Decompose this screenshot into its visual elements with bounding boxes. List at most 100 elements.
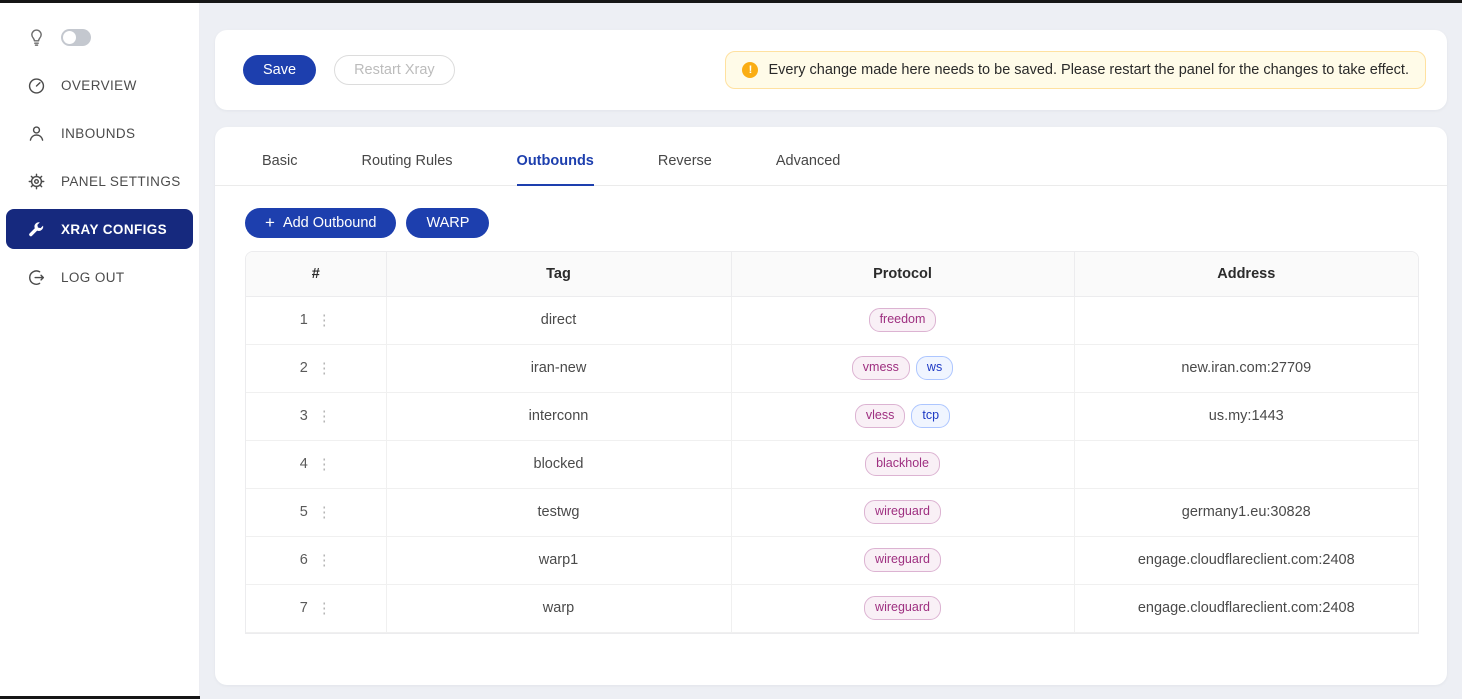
theme-toggle-row xyxy=(6,17,193,57)
sidebar-item-label: PANEL SETTINGS xyxy=(61,174,181,189)
row-number: 7 xyxy=(300,600,308,616)
row-protocol-cell: wireguard xyxy=(731,488,1074,536)
sidebar-item-label: LOG OUT xyxy=(61,270,125,285)
row-tag-cell: iran-new xyxy=(386,344,731,392)
row-menu-handle-icon[interactable]: ⋮ xyxy=(317,505,332,520)
logout-icon xyxy=(26,267,46,287)
sidebar-item-label: OVERVIEW xyxy=(61,78,137,93)
row-protocol-cell: vlesstcp xyxy=(731,392,1074,440)
protocol-badge-freedom: freedom xyxy=(869,308,937,332)
row-menu-handle-icon[interactable]: ⋮ xyxy=(317,409,332,424)
tab-routing-rules[interactable]: Routing Rules xyxy=(361,153,452,186)
row-menu-handle-icon[interactable]: ⋮ xyxy=(317,457,332,472)
row-protocol-cell: vmessws xyxy=(731,344,1074,392)
row-number: 5 xyxy=(300,504,308,520)
sidebar-nav: OVERVIEW INBOUNDS PANEL SETTINGS XRAY CO… xyxy=(0,65,199,297)
row-menu-handle-icon[interactable]: ⋮ xyxy=(317,361,332,376)
window-top-edge xyxy=(0,0,1462,3)
row-address-cell: engage.cloudflareclient.com:2408 xyxy=(1074,536,1418,584)
row-protocol-cell: blackhole xyxy=(731,440,1074,488)
table-row: 4 ⋮ blocked blackhole xyxy=(246,440,1418,488)
row-address-cell: us.my:1443 xyxy=(1074,392,1418,440)
row-number-cell: 4 ⋮ xyxy=(246,440,386,488)
add-outbound-button[interactable]: + Add Outbound xyxy=(245,208,396,238)
table-actions: + Add Outbound WARP xyxy=(245,208,1447,238)
tab-bar: Basic Routing Rules Outbounds Reverse Ad… xyxy=(215,127,1447,186)
table-row: 5 ⋮ testwg wireguard germany1.eu:30828 xyxy=(246,488,1418,536)
row-tag-cell: testwg xyxy=(386,488,731,536)
dashboard-icon xyxy=(26,75,46,95)
table-row: 7 ⋮ warp wireguard engage.cloudflareclie… xyxy=(246,584,1418,632)
row-menu-handle-icon[interactable]: ⋮ xyxy=(317,601,332,616)
row-tag-cell: interconn xyxy=(386,392,731,440)
row-number-cell: 7 ⋮ xyxy=(246,584,386,632)
tab-outbounds[interactable]: Outbounds xyxy=(517,153,594,186)
sidebar-item-overview[interactable]: OVERVIEW xyxy=(6,65,193,105)
row-number-cell: 1 ⋮ xyxy=(246,296,386,344)
sidebar: OVERVIEW INBOUNDS PANEL SETTINGS XRAY CO… xyxy=(0,3,200,699)
row-address-cell: engage.cloudflareclient.com:2408 xyxy=(1074,584,1418,632)
table-header-row: #TagProtocolAddress xyxy=(246,252,1418,296)
table-row: 2 ⋮ iran-new vmessws new.iran.com:27709 xyxy=(246,344,1418,392)
sidebar-item-panel-settings[interactable]: PANEL SETTINGS xyxy=(6,161,193,201)
protocol-badge-vless: vless xyxy=(855,404,905,428)
row-menu-handle-icon[interactable]: ⋮ xyxy=(317,313,332,328)
save-button[interactable]: Save xyxy=(243,55,316,85)
sidebar-item-label: INBOUNDS xyxy=(61,126,135,141)
row-address-cell xyxy=(1074,440,1418,488)
exclamation-circle-icon: ! xyxy=(742,62,758,78)
protocol-badge-wireguard: wireguard xyxy=(864,548,941,572)
row-number-cell: 3 ⋮ xyxy=(246,392,386,440)
row-address-cell xyxy=(1074,296,1418,344)
row-address-cell: new.iran.com:27709 xyxy=(1074,344,1418,392)
restart-xray-button[interactable]: Restart Xray xyxy=(334,55,455,85)
sidebar-item-inbounds[interactable]: INBOUNDS xyxy=(6,113,193,153)
row-number: 6 xyxy=(300,552,308,568)
table-row: 6 ⋮ warp1 wireguard engage.cloudflarecli… xyxy=(246,536,1418,584)
row-tag-cell: direct xyxy=(386,296,731,344)
row-number: 3 xyxy=(300,408,308,424)
sidebar-item-xray-configs[interactable]: XRAY CONFIGS xyxy=(6,209,193,249)
column-header-tag: Tag xyxy=(386,252,731,296)
protocol-badge-wireguard: wireguard xyxy=(864,596,941,620)
add-outbound-label: Add Outbound xyxy=(283,215,377,231)
dark-mode-toggle[interactable] xyxy=(61,29,91,46)
sidebar-item-label: XRAY CONFIGS xyxy=(61,222,167,237)
warp-button[interactable]: WARP xyxy=(406,208,489,238)
user-icon xyxy=(26,123,46,143)
column-header-address: Address xyxy=(1074,252,1418,296)
protocol-badge-tcp: tcp xyxy=(911,404,950,428)
toolbar-card: Save Restart Xray ! Every change made he… xyxy=(215,30,1447,110)
plus-icon: + xyxy=(265,214,275,231)
row-number-cell: 2 ⋮ xyxy=(246,344,386,392)
table-body: 1 ⋮ direct freedom 2 ⋮ iran-new vmessws … xyxy=(246,296,1418,632)
sidebar-item-log-out[interactable]: LOG OUT xyxy=(6,257,193,297)
warning-alert-text: Every change made here needs to be saved… xyxy=(768,62,1409,78)
row-number: 4 xyxy=(300,456,308,472)
protocol-badge-ws: ws xyxy=(916,356,953,380)
row-protocol-cell: wireguard xyxy=(731,584,1074,632)
tab-advanced[interactable]: Advanced xyxy=(776,153,841,186)
row-protocol-cell: wireguard xyxy=(731,536,1074,584)
row-protocol-cell: freedom xyxy=(731,296,1074,344)
warning-alert: ! Every change made here needs to be sav… xyxy=(725,51,1426,89)
row-number: 2 xyxy=(300,360,308,376)
toggle-knob xyxy=(63,31,76,44)
tab-basic[interactable]: Basic xyxy=(262,153,297,186)
row-tag-cell: warp xyxy=(386,584,731,632)
wrench-icon xyxy=(26,219,46,239)
table-row: 3 ⋮ interconn vlesstcp us.my:1443 xyxy=(246,392,1418,440)
row-menu-handle-icon[interactable]: ⋮ xyxy=(317,553,332,568)
lightbulb-icon xyxy=(26,27,46,47)
row-tag-cell: blocked xyxy=(386,440,731,488)
row-number-cell: 6 ⋮ xyxy=(246,536,386,584)
gear-icon xyxy=(26,171,46,191)
table-row: 1 ⋮ direct freedom xyxy=(246,296,1418,344)
protocol-badge-wireguard: wireguard xyxy=(864,500,941,524)
row-number-cell: 5 ⋮ xyxy=(246,488,386,536)
protocol-badge-blackhole: blackhole xyxy=(865,452,940,476)
protocol-badge-vmess: vmess xyxy=(852,356,910,380)
row-address-cell: germany1.eu:30828 xyxy=(1074,488,1418,536)
tab-reverse[interactable]: Reverse xyxy=(658,153,712,186)
row-tag-cell: warp1 xyxy=(386,536,731,584)
